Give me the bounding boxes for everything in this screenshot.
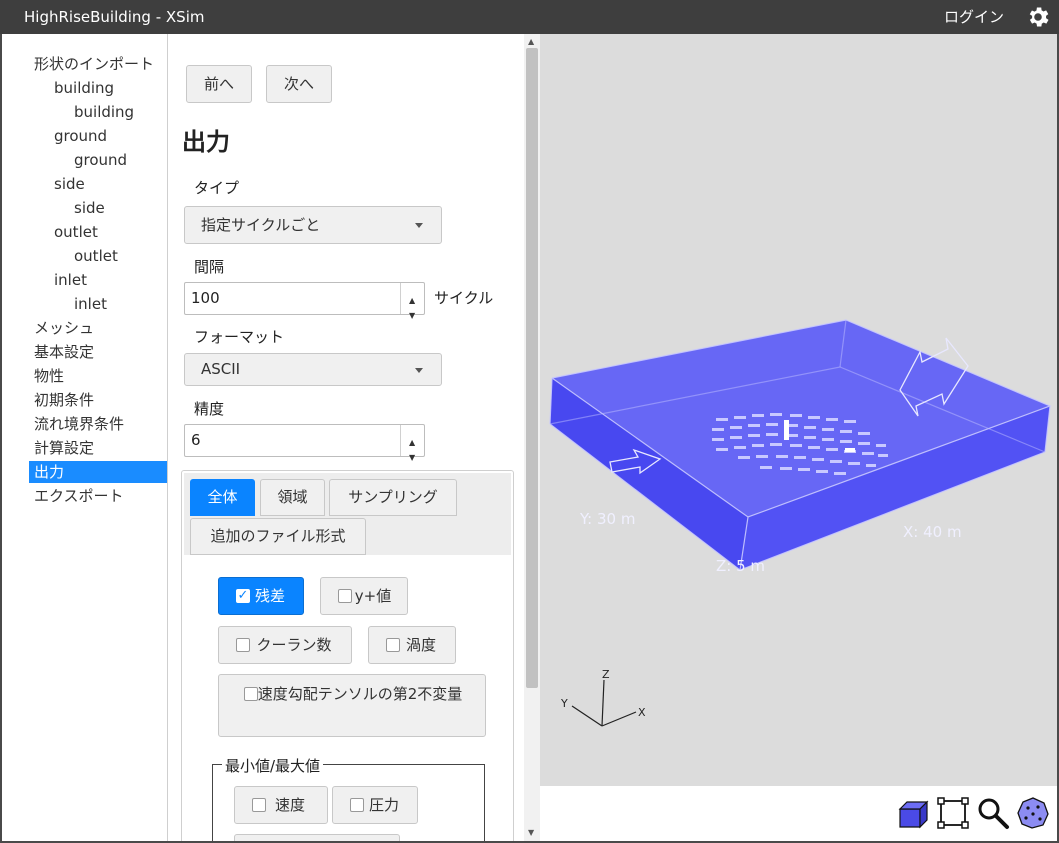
tree-item-17[interactable]: 出力 [29,461,167,483]
settings-tree: 形状のインポート building building ground ground side… [2,34,168,841]
format-select-value: ASCII [201,360,241,378]
next-button[interactable]: 次へ [266,65,332,103]
tab-all[interactable]: 全体 [190,479,255,516]
interval-input[interactable]: 100 ▲ ▼ [184,282,425,320]
dimension-label-z: Z: 5 m [716,557,765,575]
minmax-pressure-toggle[interactable]: 圧力 [332,786,418,824]
format-select[interactable]: ASCII [184,353,442,386]
scroll-up-icon[interactable]: ▲ [528,37,534,46]
tab-extra-formats[interactable]: 追加のファイル形式 [190,518,366,555]
gear-icon[interactable] [1025,4,1051,30]
checkbox-icon [338,589,352,603]
prev-button[interactable]: 前へ [186,65,252,103]
vorticity-label: 渦度 [405,636,436,654]
tab-region[interactable]: 領域 [260,479,325,516]
yplus-toggle[interactable]: y+値 [320,577,408,615]
residual-toggle[interactable]: ✓ 残差 [218,577,304,615]
login-link[interactable]: ログイン [944,6,1004,27]
checkbox-icon [350,798,364,812]
dimension-label-x: X: 40 m [903,523,962,541]
checkbox-icon [236,638,250,652]
minmax-legend: 最小値/最大値 [222,755,324,776]
tree-item-15[interactable]: 流れ境界条件 [34,413,124,435]
type-select[interactable]: 指定サイクルごと [184,206,442,244]
q-criterion-label: 速度勾配テンソルの第2不変量 [257,685,463,703]
checkbox-checked-icon: ✓ [236,588,250,603]
zoom-icon[interactable] [976,796,1010,830]
checkbox-icon [244,687,258,701]
point-cloud-icon[interactable] [1016,796,1050,830]
tree-item-7[interactable]: outlet [54,221,98,243]
tree-item-13[interactable]: 物性 [34,365,64,387]
dimension-label-y: Y: 30 m [579,510,635,528]
tree-item-1[interactable]: building [54,77,114,99]
axis-x-label: X [638,706,646,719]
tree-item-18[interactable]: エクスポート [34,485,124,507]
cube-view-icon[interactable] [897,798,929,830]
tree-item-12[interactable]: 基本設定 [34,341,94,363]
interval-stepper[interactable]: ▲ ▼ [400,283,424,320]
tree-item-0[interactable]: 形状のインポート [34,53,154,75]
type-select-value: 指定サイクルごと [201,216,321,234]
fit-box-icon[interactable] [936,796,970,830]
checkbox-icon [252,798,266,812]
checkbox-icon [386,638,400,652]
minmax-pressure-label: 圧力 [368,796,399,814]
tree-item-6[interactable]: side [74,197,105,219]
tree-item-9[interactable]: inlet [54,269,87,291]
courant-toggle[interactable]: クーラン数 [218,626,352,664]
panel-scrollbar[interactable]: ▲ ▼ [524,34,540,841]
scrollbar-thumb[interactable] [526,48,538,688]
box-top-face [552,320,1050,517]
minmax-extra-toggle[interactable] [234,834,400,841]
axis-y-label: Y [560,697,568,710]
3d-viewport[interactable]: Y: 30 m X: 40 m Z: 5 m Z Y X [540,34,1057,786]
settings-panel: 前へ 次へ 出力 タイプ 指定サイクルごと 間隔 100 ▲ ▼ サイクル フォー… [168,34,526,841]
tree-item-10[interactable]: inlet [74,293,107,315]
tree-item-11[interactable]: メッシュ [34,317,94,339]
q-criterion-toggle[interactable]: 速度勾配テンソルの第2不変量 [218,674,486,737]
scroll-down-icon[interactable]: ▼ [528,828,534,837]
3d-scene[interactable]: Y: 30 m X: 40 m Z: 5 m Z Y X [540,34,1057,786]
vorticity-toggle[interactable]: 渦度 [368,626,456,664]
format-label: フォーマット [194,328,285,346]
tree-item-3[interactable]: ground [54,125,107,147]
tree-item-2[interactable]: building [74,101,134,123]
tree-item-5[interactable]: side [54,173,85,195]
title-bar: HighRiseBuilding - XSim ログイン [0,0,1059,34]
precision-label: 精度 [194,400,225,418]
tree-item-14[interactable]: 初期条件 [34,389,94,411]
tree-item-4[interactable]: ground [74,149,127,171]
type-label: タイプ [194,179,240,197]
interval-label: 間隔 [194,258,225,276]
tree-item-8[interactable]: outlet [74,245,118,267]
precision-value: 6 [191,431,201,449]
tab-sampling[interactable]: サンプリング [329,479,457,516]
chevron-down-icon [415,367,423,373]
axis-z-label: Z [602,668,610,681]
app-title: HighRiseBuilding - XSim [24,8,205,26]
axis-triad [571,679,637,727]
yplus-label: y+値 [354,587,392,605]
tree-item-16[interactable]: 計算設定 [34,437,94,459]
interval-unit: サイクル [434,289,494,307]
minmax-velocity-toggle[interactable]: 速度 [234,786,328,824]
courant-label: クーラン数 [256,636,332,654]
precision-stepper[interactable]: ▲ ▼ [400,425,424,462]
view-toolbar [540,786,1057,841]
interval-value: 100 [191,289,220,307]
precision-input[interactable]: 6 ▲ ▼ [184,424,425,462]
residual-label: 残差 [254,587,285,605]
minmax-velocity-label: 速度 [274,796,305,814]
chevron-down-icon [415,223,423,228]
page-title: 出力 [182,128,230,156]
